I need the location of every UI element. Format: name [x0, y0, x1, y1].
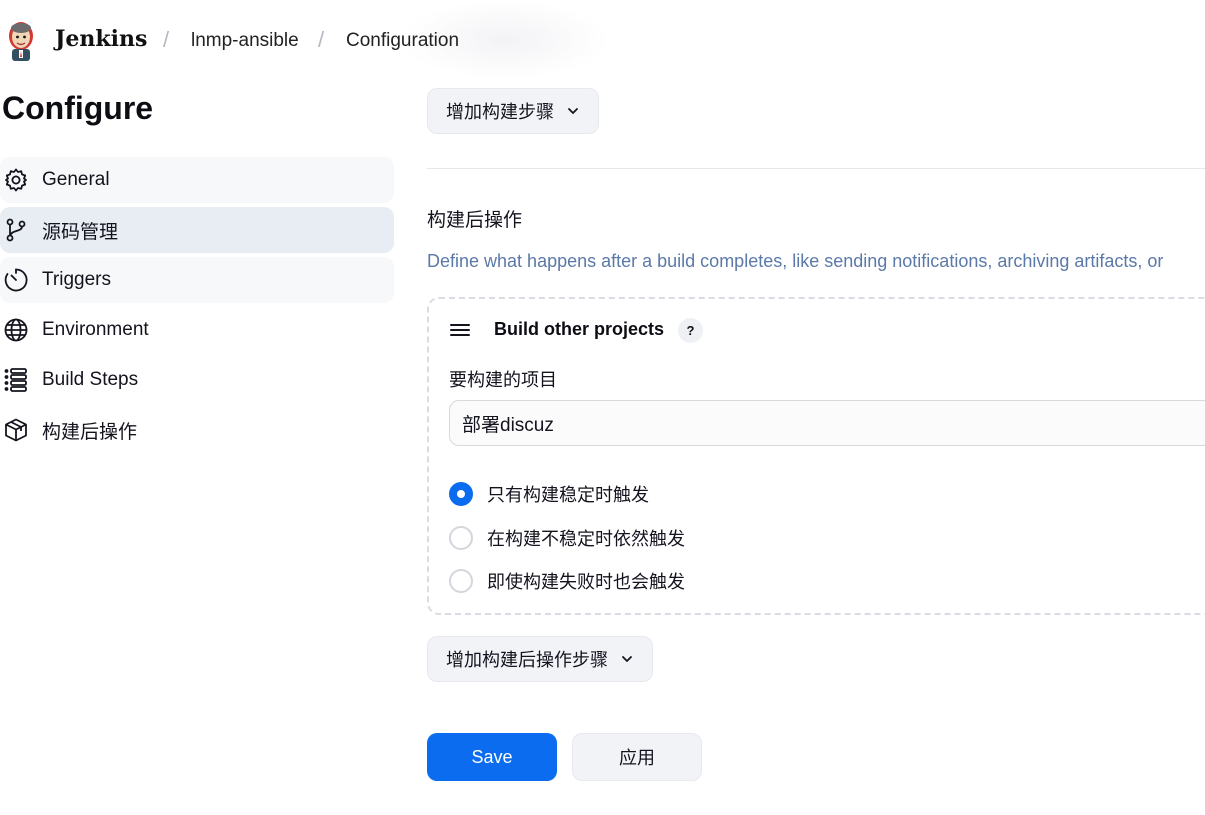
sidebar-item-source-code[interactable]: 源码管理	[0, 207, 394, 253]
radio-button-checked[interactable]	[449, 482, 473, 506]
breadcrumb-separator: /	[163, 27, 170, 52]
add-post-build-step-button[interactable]: 增加构建后操作步骤	[427, 636, 653, 682]
sidebar-item-environment[interactable]: Environment	[0, 307, 394, 353]
add-build-step-button[interactable]: 增加构建步骤	[427, 88, 599, 134]
add-post-build-step-label: 增加构建后操作步骤	[446, 650, 608, 670]
radio-button[interactable]	[449, 569, 473, 593]
save-button[interactable]: Save	[427, 733, 557, 781]
sidebar-item-label: 源码管理	[42, 221, 119, 243]
drag-handle-icon[interactable]	[449, 320, 471, 340]
card-title: Build other projects	[494, 319, 665, 339]
add-build-step-label: 增加构建步骤	[446, 102, 554, 122]
sidebar-item-post-build[interactable]: 构建后操作	[0, 407, 394, 453]
sidebar-item-triggers[interactable]: Triggers	[0, 257, 394, 303]
chevron-down-icon	[622, 656, 632, 662]
sidebar-item-label: Environment	[42, 319, 149, 340]
projects-input[interactable]	[449, 400, 1205, 446]
breadcrumb-project[interactable]: lnmp-ansible	[191, 30, 299, 52]
package-icon	[2, 416, 30, 444]
radio-option-unstable[interactable]: 在构建不稳定时依然触发	[449, 523, 685, 553]
help-button[interactable]: ?	[678, 318, 703, 343]
sidebar-item-build-steps[interactable]: Build Steps	[0, 357, 394, 403]
list-icon	[2, 366, 30, 394]
page-title: Configure	[2, 90, 154, 126]
globe-icon	[2, 316, 30, 344]
radio-option-stable[interactable]: 只有构建稳定时触发	[449, 479, 649, 509]
sidebar-item-label: Triggers	[42, 269, 111, 290]
branch-icon	[2, 216, 30, 244]
timer-icon	[2, 266, 30, 294]
apply-button[interactable]: 应用	[572, 733, 702, 781]
post-build-description: Define what happens after a build comple…	[427, 251, 1164, 271]
gear-icon	[2, 166, 30, 194]
radio-button[interactable]	[449, 526, 473, 550]
sidebar-item-label: Build Steps	[42, 369, 139, 390]
radio-option-failure[interactable]: 即使构建失败时也会触发	[449, 566, 685, 596]
radio-label: 在构建不稳定时依然触发	[487, 529, 685, 549]
sidebar-item-general[interactable]: General	[0, 157, 394, 203]
projects-field-label: 要构建的项目	[449, 370, 557, 390]
breadcrumb-separator: /	[318, 27, 325, 52]
radio-label: 只有构建稳定时触发	[487, 485, 649, 505]
jenkins-logo-icon[interactable]	[4, 18, 38, 62]
sidebar-item-label: 构建后操作	[42, 421, 138, 443]
top-header: Jenkins / lnmp-ansible / Configuration	[0, 0, 1205, 80]
breadcrumb-configuration[interactable]: Configuration	[346, 30, 459, 52]
section-divider	[427, 168, 1205, 169]
chevron-down-icon	[568, 108, 578, 114]
post-build-section-title: 构建后操作	[427, 210, 523, 231]
sidebar-item-label: General	[42, 169, 110, 190]
brand-name[interactable]: Jenkins	[55, 26, 147, 52]
radio-label: 即使构建失败时也会触发	[487, 572, 685, 592]
